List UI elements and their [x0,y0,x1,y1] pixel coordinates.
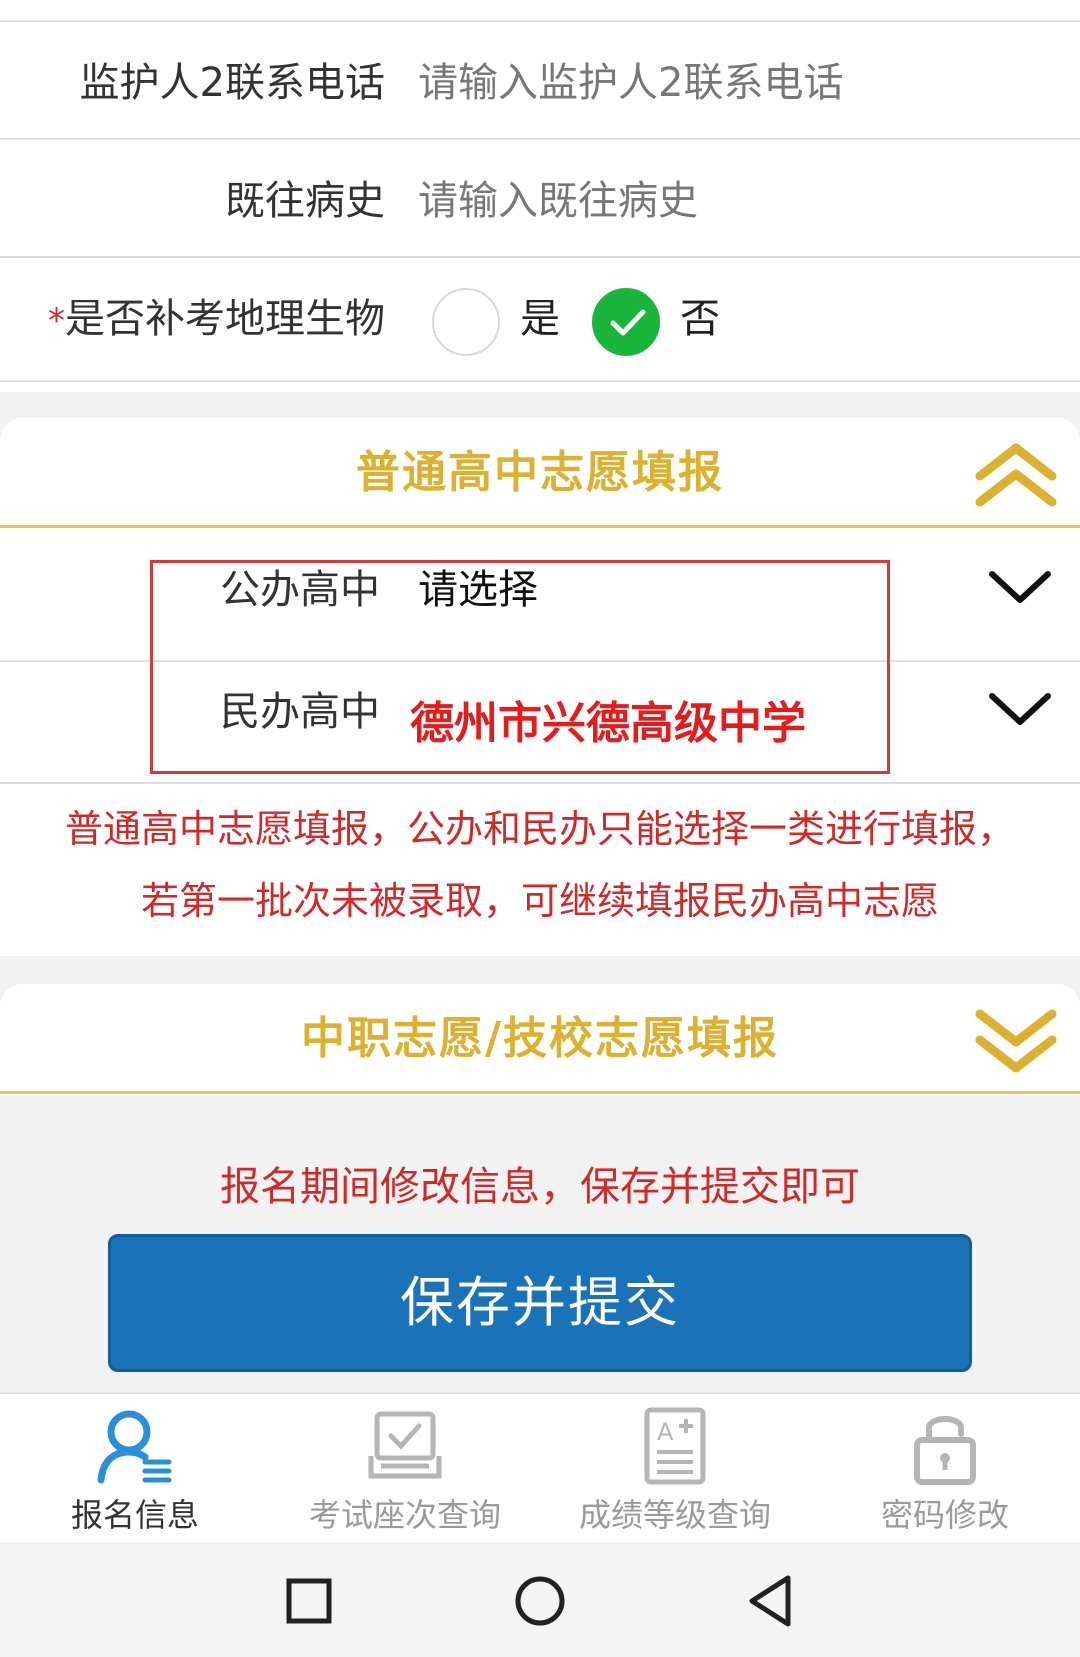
section-title: 中职志愿/技校志愿填报 [300,1013,780,1064]
required-mark: * [48,301,65,341]
notice-line-1: 普通高中志愿填报，公办和民办只能选择一类进行填报， [64,807,1015,851]
tab-label: 考试座次查询 [308,1496,501,1534]
highlight-annotation-box [150,560,890,774]
radio-no-label[interactable]: 否 [680,258,720,380]
tab-label: 成绩等级查询 [578,1496,771,1534]
medical-history-label: 既往病史 [225,178,385,224]
save-submit-button[interactable]: 保存并提交 [108,1234,972,1372]
lock-icon [914,1416,976,1485]
vocational-header[interactable]: 中职志愿/技校志愿填报 [0,984,1080,1094]
medical-history-row[interactable]: 既往病史 请输入既往病史 [0,138,1080,260]
chevron-down-icon[interactable] [988,566,1052,610]
radio-yes[interactable] [432,288,500,356]
system-nav-bar [0,1542,1080,1657]
makeup-exam-label: *是否补考地理生物 [48,258,385,380]
guardian2-phone-row[interactable]: 监护人2联系电话 请输入监护人2联系电话 [0,20,1080,142]
makeup-exam-label-text: 是否补考地理生物 [65,296,385,342]
radio-no[interactable] [592,288,660,356]
general-hs-header[interactable]: 普通高中志愿填报 [0,418,1080,528]
radio-yes-label[interactable]: 是 [520,258,560,380]
grade-report-icon: A [644,1407,706,1485]
vocational-section: 中职志愿/技校志愿填报 [0,984,1080,1096]
double-chevron-up-icon[interactable] [974,440,1058,510]
tab-label: 报名信息 [70,1496,199,1534]
recent-apps-icon[interactable] [274,1566,344,1636]
tab-exam-seat[interactable]: 考试座次查询 [270,1394,540,1544]
user-info-icon [97,1410,172,1484]
medical-history-input[interactable]: 请输入既往病史 [418,140,698,262]
personal-info-form: 监护人2联系电话 请输入监护人2联系电话 既往病史 请输入既往病史 *是否补考地… [0,0,1080,392]
tab-label: 密码修改 [880,1496,1009,1534]
home-icon[interactable] [505,1566,575,1636]
double-chevron-down-icon[interactable] [974,1006,1058,1076]
tab-registration-info[interactable]: 报名信息 [0,1394,270,1544]
back-icon[interactable] [736,1566,806,1636]
chevron-down-icon[interactable] [988,688,1052,732]
notice-line-2: 若第一批次未被录取，可继续填报民办高中志愿 [140,879,939,923]
section-title: 普通高中志愿填报 [356,447,724,498]
tab-grade-query[interactable]: A 成绩等级查询 [540,1394,810,1544]
bottom-tab-bar: 报名信息 考试座次查询 A 成绩等级查询 密码修改 [0,1392,1080,1542]
svg-text:A: A [657,1418,674,1446]
checkmark-icon [610,309,646,336]
footer-notice: 报名期间修改信息，保存并提交即可 [220,1164,860,1210]
makeup-exam-row: *是否补考地理生物 是 否 [0,256,1080,382]
registration-page: 监护人2联系电话 请输入监护人2联系电话 既往病史 请输入既往病史 *是否补考地… [0,0,1080,1657]
guardian2-phone-label: 监护人2联系电话 [79,60,385,106]
guardian2-phone-input[interactable]: 请输入监护人2联系电话 [418,22,843,144]
tab-password-change[interactable]: 密码修改 [810,1394,1080,1544]
exam-seat-icon [368,1411,442,1479]
